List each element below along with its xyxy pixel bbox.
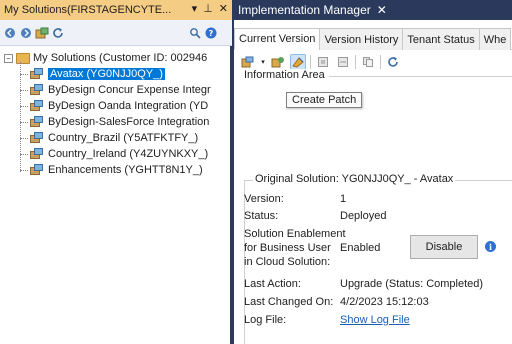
close-tab-icon[interactable]: ✕ — [377, 3, 387, 17]
last-changed-label: Last Changed On: — [244, 296, 334, 308]
tree-item-label: Enhancements (YGHTT8N1Y_) — [48, 164, 203, 176]
last-changed-value: 4/2/2023 15:12:03 — [340, 296, 429, 308]
solution-actions-icon[interactable] — [240, 54, 256, 70]
version-label: Version: — [244, 193, 284, 205]
solution-explorer-toolbar: ? — [0, 20, 232, 46]
refresh-icon[interactable] — [51, 26, 65, 40]
tree-item-label: Country_Ireland (Y4ZUYNKXY_) — [48, 148, 209, 160]
tree-root-my-solutions[interactable]: − My Solutions (Customer ID: 002946 — [0, 50, 230, 66]
solution-tree: − My Solutions (Customer ID: 002946 Avat… — [0, 50, 230, 178]
information-area: Information Area — [244, 69, 512, 168]
original-solution-legend: Original Solution: YG0NJJ0QY_ - Avatax — [253, 173, 456, 185]
solution-icon — [30, 164, 44, 176]
version-tabs: Current Version Version History Tenant S… — [234, 28, 512, 50]
create-patch-icon[interactable] — [290, 54, 306, 70]
solution-icon — [30, 116, 44, 128]
solution-icon — [30, 84, 44, 96]
last-action-value: Upgrade (Status: Completed) — [340, 278, 484, 290]
upload-icon[interactable] — [335, 54, 351, 70]
deploy-icon[interactable] — [270, 54, 286, 70]
back-icon[interactable] — [3, 26, 17, 40]
svg-text:?: ? — [209, 29, 214, 38]
solution-properties-icon[interactable] — [35, 26, 49, 40]
last-action-label: Last Action: — [244, 278, 301, 290]
solution-icon — [30, 100, 44, 112]
show-log-file-link[interactable]: Show Log File — [340, 314, 410, 326]
tree-item-label: ByDesign Oanda Integration (YD — [48, 100, 209, 112]
solution-explorer-title-bar[interactable]: My Solutions(FIRSTAGENCYTE... ▾ ⊥ ✕ — [0, 0, 232, 20]
solution-icon — [30, 132, 44, 144]
implementation-manager-panel: Implementation Manager ✕ Current Version… — [234, 0, 512, 344]
tree-root-label: My Solutions (Customer ID: 002946 — [33, 52, 208, 64]
tree-item-enhancements[interactable]: Enhancements (YGHTT8N1Y_) — [0, 162, 230, 178]
enablement-label-line2: for Business User — [244, 242, 331, 254]
tab-version-history[interactable]: Version History — [319, 28, 404, 50]
collapse-icon[interactable]: − — [4, 53, 13, 63]
tree-item-label: Avatax (YG0NJJ0QY_) — [48, 68, 165, 80]
info-icon[interactable]: i — [485, 241, 496, 252]
copy-icon[interactable] — [360, 54, 376, 70]
implementation-manager-tab-header[interactable]: Implementation Manager ✕ — [234, 0, 512, 20]
toolbar-separator — [380, 55, 381, 69]
status-value: Deployed — [340, 210, 387, 222]
toolbar-separator — [310, 55, 311, 69]
tree-connector-line — [20, 62, 21, 172]
solution-explorer-panel: My Solutions(FIRSTAGENCYTE... ▾ ⊥ ✕ ? − … — [0, 0, 232, 344]
forward-icon[interactable] — [19, 26, 33, 40]
tree-item-avatax[interactable]: Avatax (YG0NJJ0QY_) — [0, 66, 230, 82]
tree-item-oanda[interactable]: ByDesign Oanda Integration (YD — [0, 98, 230, 114]
pin-icon[interactable]: ⊥ — [203, 2, 213, 15]
tab-where-used[interactable]: Whe — [478, 28, 512, 50]
dropdown-icon[interactable]: ▾ — [192, 2, 198, 15]
refresh-icon[interactable] — [385, 54, 401, 70]
implementation-manager-title: Implementation Manager — [238, 3, 371, 17]
tree-item-salesforce[interactable]: ByDesign-SalesForce Integration — [0, 114, 230, 130]
tab-current-version[interactable]: Current Version — [234, 28, 321, 50]
solution-explorer-title: My Solutions(FIRSTAGENCYTE... — [4, 4, 172, 16]
status-label: Status: — [244, 210, 279, 222]
download-icon[interactable] — [315, 54, 331, 70]
help-icon[interactable]: ? — [204, 26, 218, 40]
tree-item-country-ireland[interactable]: Country_Ireland (Y4ZUYNKXY_) — [0, 146, 230, 162]
enablement-label-line3: in Cloud Solution: — [244, 256, 331, 268]
search-icon[interactable] — [188, 26, 202, 40]
close-icon[interactable]: ✕ — [219, 2, 228, 15]
toolbar-separator — [355, 55, 356, 69]
title-controls: ▾ ⊥ ✕ — [192, 2, 228, 15]
tree-item-concur[interactable]: ByDesign Concur Expense Integr — [0, 82, 230, 98]
disable-button[interactable]: Disable — [410, 235, 478, 259]
tree-item-label: ByDesign Concur Expense Integr — [48, 84, 211, 96]
solution-icon — [30, 148, 44, 160]
tree-item-country-brazil[interactable]: Country_Brazil (Y5ATFKTFY_) — [0, 130, 230, 146]
solution-icon — [30, 68, 44, 80]
tab-tenant-status[interactable]: Tenant Status — [402, 28, 480, 50]
create-patch-tooltip: Create Patch — [286, 92, 363, 108]
tree-item-label: Country_Brazil (Y5ATFKTFY_) — [48, 132, 199, 144]
dropdown-arrow-icon[interactable]: ▾ — [260, 54, 266, 70]
log-file-label: Log File: — [244, 314, 287, 326]
tree-item-label: ByDesign-SalesForce Integration — [48, 116, 210, 128]
enablement-value: Enabled — [340, 242, 381, 254]
information-area-label: Information Area — [244, 69, 329, 81]
version-value: 1 — [340, 193, 347, 205]
enablement-label-line1: Solution Enablement — [244, 228, 346, 240]
folder-icon — [16, 52, 30, 64]
